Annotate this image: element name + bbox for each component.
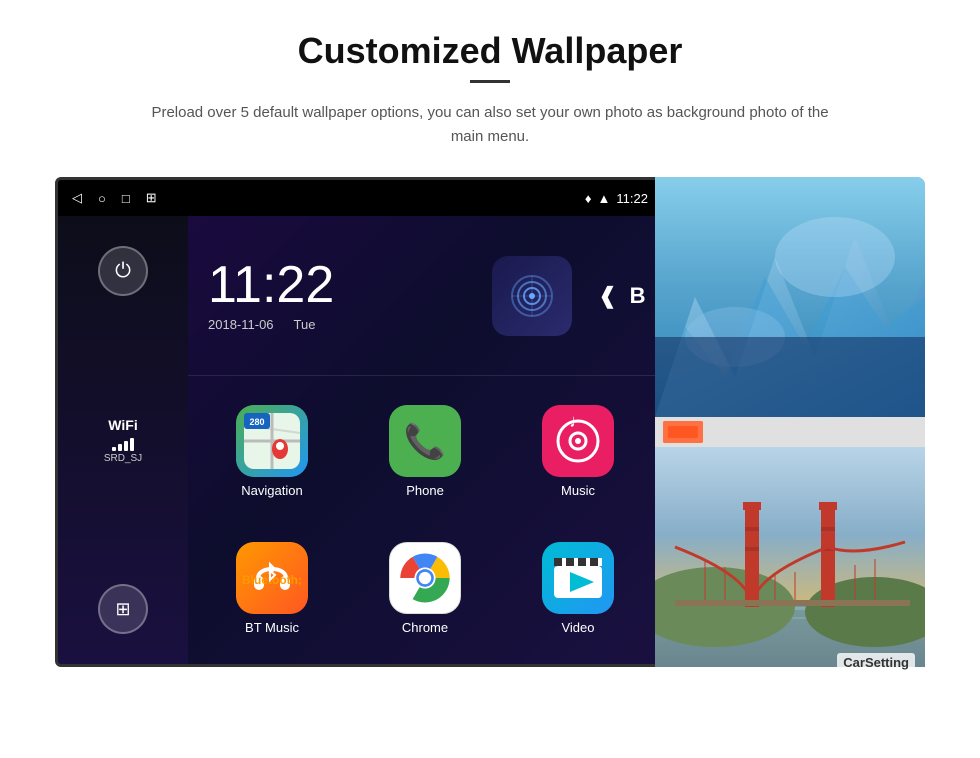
screenshot-icon[interactable]: ⊞ [146, 190, 157, 206]
app-item-btmusic[interactable]: Bluetooth; BT Music [198, 523, 346, 655]
title-underline [470, 80, 510, 83]
video-icon-svg [542, 542, 614, 614]
k-button[interactable]: ❰ [598, 283, 616, 309]
small-preview [663, 421, 703, 443]
wallpaper-bottom-svg [655, 447, 925, 667]
svg-text:♩: ♩ [569, 411, 587, 431]
svg-text:Bluetooth;: Bluetooth; [242, 573, 302, 587]
wifi-bar-4 [130, 438, 134, 451]
device-frame: ◁ ○ □ ⊞ ♦ ▲ 11:22 ⏻ [55, 177, 665, 667]
wallpaper-top-svg [655, 177, 925, 417]
page-container: Customized Wallpaper Preload over 5 defa… [0, 0, 980, 758]
apps-grid: 280 Navigation [188, 376, 662, 664]
location-icon: ♦ [585, 191, 592, 206]
video-label: Video [561, 620, 594, 635]
wifi-bar-2 [118, 444, 122, 451]
wifi-bars [104, 437, 142, 451]
phone-icon-svg: 📞 [389, 405, 461, 477]
right-panel: CarSetting [655, 177, 925, 682]
carsetting-label: CarSetting [837, 653, 915, 672]
btmusic-label: BT Music [245, 620, 299, 635]
status-bar-right: ♦ ▲ 11:22 [585, 191, 648, 206]
svg-text:280: 280 [249, 417, 264, 427]
clock-area: 11:22 2018-11-06 Tue [188, 216, 482, 375]
power-icon: ⏻ [115, 260, 131, 283]
navigation-label: Navigation [241, 483, 302, 498]
top-section: 11:22 2018-11-06 Tue [188, 216, 662, 376]
app-item-phone[interactable]: 📞 Phone [351, 386, 499, 518]
wifi-ssid: SRD_SJ [104, 453, 142, 464]
grid-icon: ⊞ [115, 599, 130, 620]
page-description: Preload over 5 default wallpaper options… [140, 101, 840, 149]
music-icon: ♩ [542, 405, 614, 477]
b-button[interactable]: B [630, 283, 646, 309]
main-row: ◁ ○ □ ⊞ ♦ ▲ 11:22 ⏻ [55, 177, 925, 682]
clock-time: 11:22 [208, 259, 462, 311]
wifi-label: WiFi [104, 417, 142, 433]
btmusic-icon: Bluetooth; [236, 542, 308, 614]
app-item-navigation[interactable]: 280 Navigation [198, 386, 346, 518]
wifi-bar-3 [124, 441, 128, 451]
wifi-info: WiFi SRD_SJ [104, 417, 142, 464]
letter-buttons: ❰ B [582, 216, 662, 375]
recents-icon[interactable]: □ [122, 191, 130, 206]
music-icon-svg: ♩ [542, 405, 614, 477]
clock-day-value: Tue [294, 317, 316, 332]
wallpaper-divider [655, 417, 925, 447]
navigation-icon-svg: 280 [236, 405, 308, 477]
page-title: Customized Wallpaper [298, 30, 683, 72]
widget-area [482, 216, 582, 375]
status-bar: ◁ ○ □ ⊞ ♦ ▲ 11:22 [58, 180, 662, 216]
power-button[interactable]: ⏻ [98, 246, 148, 296]
main-content: 11:22 2018-11-06 Tue [188, 216, 662, 664]
status-bar-left: ◁ ○ □ ⊞ [72, 190, 157, 206]
clock-date: 2018-11-06 Tue [208, 317, 462, 332]
wallpaper-bottom[interactable]: CarSetting [655, 447, 925, 682]
app-item-music[interactable]: ♩ Music [504, 386, 652, 518]
clock-date-value: 2018-11-06 [208, 317, 274, 332]
wallpaper-top[interactable] [655, 177, 925, 417]
music-label: Music [561, 483, 595, 498]
back-icon[interactable]: ◁ [72, 190, 82, 206]
home-icon[interactable]: ○ [98, 191, 106, 206]
screen-body: ⏻ WiFi SRD_SJ ⊞ [58, 216, 662, 664]
video-icon [542, 542, 614, 614]
svg-text:📞: 📞 [404, 420, 447, 461]
apps-grid-button[interactable]: ⊞ [98, 584, 148, 634]
wifi-icon: ▲ [598, 191, 611, 206]
app-item-video[interactable]: Video [504, 523, 652, 655]
navigation-icon: 280 [236, 405, 308, 477]
app-item-chrome[interactable]: Chrome [351, 523, 499, 655]
wifi-widget[interactable] [492, 256, 572, 336]
chrome-icon-svg [395, 548, 455, 608]
phone-label: Phone [406, 483, 444, 498]
chrome-icon [389, 542, 461, 614]
phone-icon: 📞 [389, 405, 461, 477]
wifi-bar-1 [112, 447, 116, 451]
chrome-label: Chrome [402, 620, 448, 635]
small-preview-svg [663, 421, 703, 443]
left-sidebar: ⏻ WiFi SRD_SJ ⊞ [58, 216, 188, 664]
signal-widget-icon [509, 273, 555, 319]
status-time: 11:22 [616, 191, 648, 206]
btmusic-icon-svg: Bluetooth; [236, 542, 308, 614]
